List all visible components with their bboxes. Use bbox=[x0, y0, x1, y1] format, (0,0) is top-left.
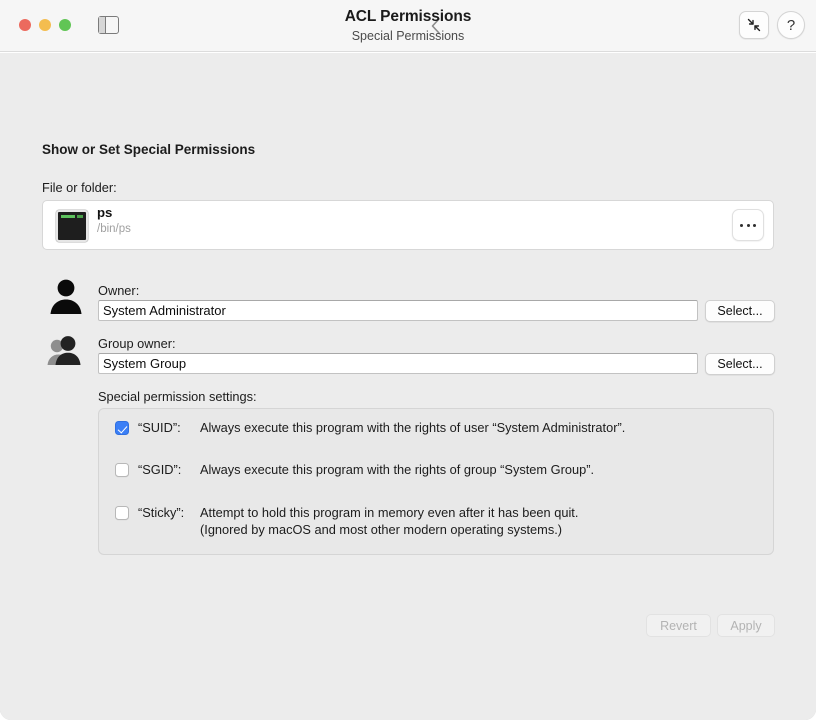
sticky-checkbox[interactable] bbox=[115, 506, 129, 520]
suid-description: Always execute this program with the rig… bbox=[200, 420, 626, 435]
apply-button[interactable]: Apply bbox=[717, 614, 775, 637]
sticky-description-wrap: Attempt to hold this program in memory e… bbox=[200, 505, 578, 538]
sidebar-toggle-icon[interactable] bbox=[98, 16, 119, 34]
traffic-lights bbox=[19, 19, 71, 31]
window-title-block: ACL Permissions Special Permissions bbox=[0, 7, 816, 45]
permission-row-sticky[interactable]: “Sticky”: Attempt to hold this program i… bbox=[115, 505, 761, 538]
help-button[interactable]: ? bbox=[777, 11, 805, 39]
close-window-button[interactable] bbox=[19, 19, 31, 31]
special-permissions-group: “SUID”: Always execute this program with… bbox=[98, 408, 774, 555]
dot-icon bbox=[740, 223, 743, 227]
suid-key-label: “SUID”: bbox=[138, 420, 181, 435]
content-area: Show or Set Special Permissions File or … bbox=[0, 52, 816, 720]
app-window: ACL Permissions Special Permissions ? Sh… bbox=[0, 0, 816, 720]
collapse-arrows-icon bbox=[740, 12, 768, 38]
group-owner-label: Group owner: bbox=[98, 336, 176, 351]
owner-select-button[interactable]: Select... bbox=[705, 300, 775, 322]
file-name: ps bbox=[97, 205, 113, 220]
page-title: ACL Permissions bbox=[344, 8, 472, 25]
page-subtitle: Special Permissions bbox=[351, 29, 465, 43]
permission-row-suid[interactable]: “SUID”: Always execute this program with… bbox=[115, 420, 761, 437]
group-owner-input[interactable] bbox=[98, 353, 698, 374]
sgid-key-label: “SGID”: bbox=[138, 462, 182, 477]
maximize-window-button[interactable] bbox=[59, 19, 71, 31]
revert-button[interactable]: Revert bbox=[646, 614, 711, 637]
sgid-description: Always execute this program with the rig… bbox=[200, 462, 595, 477]
terminal-icon bbox=[56, 210, 88, 242]
special-permission-settings-label: Special permission settings: bbox=[98, 389, 257, 404]
sgid-checkbox[interactable] bbox=[115, 463, 129, 477]
dot-icon bbox=[753, 223, 756, 227]
chevron-left-icon bbox=[431, 18, 440, 34]
question-mark-icon: ? bbox=[786, 16, 796, 34]
back-button[interactable] bbox=[427, 15, 445, 37]
permission-row-sgid[interactable]: “SGID”: Always execute this program with… bbox=[115, 462, 761, 479]
minimize-window-button[interactable] bbox=[39, 19, 51, 31]
sticky-description-note: (Ignored by macOS and most other modern … bbox=[200, 521, 563, 537]
file-path: /bin/ps bbox=[97, 223, 131, 235]
file-or-folder-label: File or folder: bbox=[42, 180, 117, 195]
group-owner-select-button[interactable]: Select... bbox=[705, 353, 775, 375]
suid-checkbox[interactable] bbox=[115, 421, 129, 435]
file-panel[interactable]: ps /bin/ps bbox=[42, 200, 774, 250]
collapse-button[interactable] bbox=[739, 11, 769, 39]
owner-input[interactable] bbox=[98, 300, 698, 321]
dot-icon bbox=[746, 223, 750, 227]
owner-label: Owner: bbox=[98, 283, 140, 298]
sticky-description: Attempt to hold this program in memory e… bbox=[200, 505, 579, 520]
people-icon bbox=[46, 329, 86, 369]
more-options-button[interactable] bbox=[732, 209, 764, 241]
sticky-key-label: “Sticky”: bbox=[138, 505, 185, 520]
section-heading: Show or Set Special Permissions bbox=[42, 142, 256, 157]
titlebar: ACL Permissions Special Permissions ? bbox=[0, 0, 816, 52]
person-icon bbox=[46, 276, 86, 316]
